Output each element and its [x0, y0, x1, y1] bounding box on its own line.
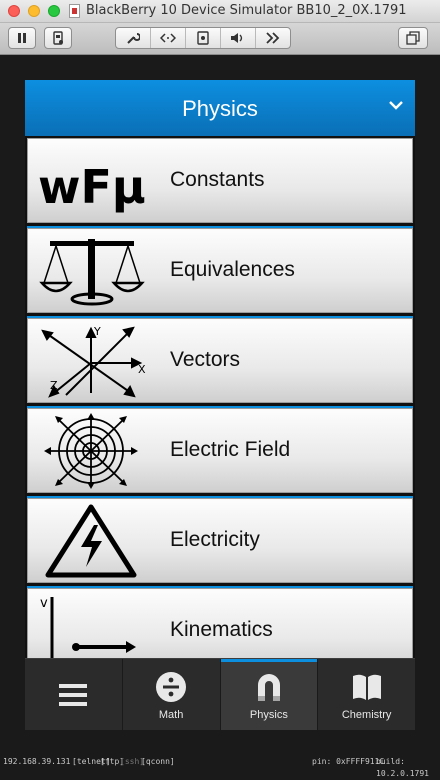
- list-item-equivalences[interactable]: Equivalences: [27, 228, 413, 313]
- kinematics-graph-icon: v t: [40, 596, 136, 658]
- list-item-label: Constants: [170, 168, 265, 191]
- list-item-label: Equivalences: [170, 258, 295, 281]
- forward-button[interactable]: [256, 28, 290, 48]
- window-titlebar: BlackBerry 10 Device Simulator BB10_2_0X…: [0, 0, 440, 23]
- tab-label: Chemistry: [341, 709, 392, 721]
- ip-address: 192.168.39.131: [3, 757, 71, 766]
- build-number: build: 10.2.0.1791: [376, 757, 429, 778]
- vectors-y-label: Y: [93, 325, 101, 338]
- device-pin: pin: 0xFFFF911C: [312, 757, 385, 766]
- device-icon: [53, 31, 63, 45]
- simulator-status-bar: 192.168.39.131 [telnet] [ftp] [ssh] [qco…: [0, 756, 440, 778]
- tab-math[interactable]: Math: [123, 659, 221, 730]
- pause-button[interactable]: [8, 27, 36, 49]
- volume-icon: [231, 33, 243, 43]
- divide-icon: [156, 672, 187, 702]
- tab-chemistry[interactable]: Chemistry: [318, 659, 415, 730]
- tools-button-group: [115, 27, 291, 49]
- tab-menu[interactable]: [25, 659, 123, 730]
- volume-button[interactable]: [221, 28, 256, 48]
- device-settings-button[interactable]: [186, 28, 221, 48]
- list-item-constants[interactable]: wFμ Constants: [27, 138, 413, 223]
- pause-icon: [18, 33, 26, 43]
- bottom-tab-bar: Math Physics Chemistry: [25, 658, 415, 730]
- kinematics-v-label: v: [40, 596, 48, 611]
- close-window-button[interactable]: [8, 5, 20, 17]
- tab-label: Math: [158, 709, 184, 721]
- list-item-label: Vectors: [170, 348, 241, 371]
- simulator-toolbar: [0, 23, 440, 55]
- list-item-electricity[interactable]: Electricity: [27, 498, 413, 583]
- app-header[interactable]: Physics: [25, 80, 415, 136]
- header-title: Physics: [182, 96, 258, 121]
- list-item-vectors[interactable]: Y X Z Vectors: [27, 318, 413, 403]
- constants-glyph-text: wFμ: [38, 160, 146, 214]
- zoom-window-button[interactable]: [48, 5, 60, 17]
- menu-icon: [59, 684, 88, 706]
- chevron-down-icon[interactable]: [387, 96, 405, 114]
- vectors-z-label: Z: [50, 379, 58, 392]
- device-settings-icon: [197, 31, 209, 45]
- windows-icon: [406, 31, 420, 45]
- wrench-button[interactable]: [116, 28, 151, 48]
- tab-label: Physics: [249, 709, 288, 721]
- code-icon: [159, 33, 177, 43]
- list-item-label: Electric Field: [170, 438, 291, 461]
- vectors-x-label: X: [138, 363, 146, 376]
- windows-button[interactable]: [398, 27, 428, 49]
- balance-scale-icon: [39, 239, 145, 306]
- tab-physics[interactable]: Physics: [220, 659, 319, 730]
- list-item-label: Kinematics: [170, 618, 273, 641]
- constants-wfmu-icon: wFμ: [38, 160, 146, 214]
- forward-icon: [266, 32, 280, 44]
- device-screen: Physics wFμ Constants Equivalences Y X Z…: [25, 80, 415, 730]
- window-title: BlackBerry 10 Device Simulator BB10_2_0X…: [86, 3, 407, 18]
- electric-field-icon: [44, 413, 138, 489]
- magnet-icon: [257, 674, 280, 701]
- list-item-kinematics[interactable]: v t Kinematics: [27, 588, 413, 658]
- book-icon: [352, 674, 381, 700]
- qconn-link[interactable]: [qconn]: [141, 756, 175, 768]
- minimize-window-button[interactable]: [28, 5, 40, 17]
- device-button[interactable]: [44, 27, 72, 49]
- list-item-electric-field[interactable]: Electric Field: [27, 408, 413, 493]
- wrench-icon: [127, 33, 141, 44]
- code-button[interactable]: [151, 28, 186, 48]
- list-item-label: Electricity: [170, 528, 260, 551]
- vector-axes-icon: Y X Z: [41, 325, 146, 398]
- document-icon: [69, 4, 80, 18]
- topic-list: wFμ Constants Equivalences Y X Z Vectors…: [25, 138, 415, 658]
- high-voltage-icon: [45, 504, 137, 578]
